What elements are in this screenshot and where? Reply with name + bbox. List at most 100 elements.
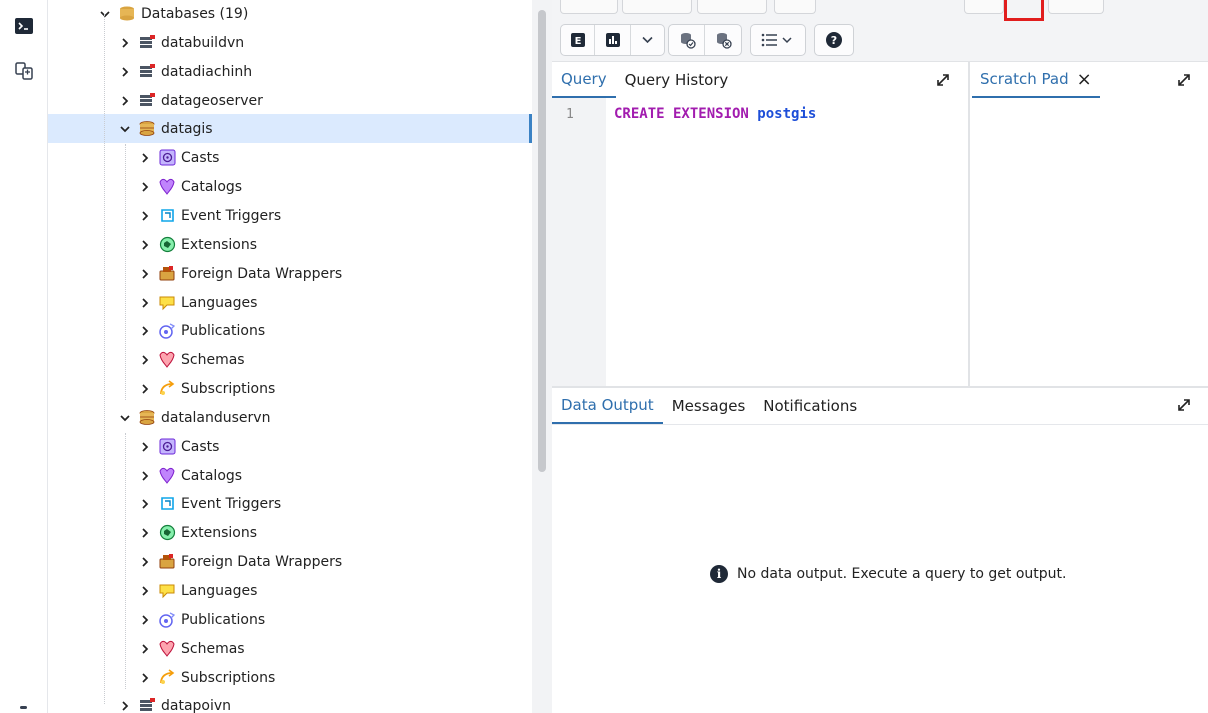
tree-node-label: datadiachinh bbox=[161, 63, 253, 80]
chevron-right-icon[interactable] bbox=[138, 613, 152, 627]
sql-code-line[interactable]: CREATE EXTENSION postgis bbox=[614, 106, 816, 122]
database-icon bbox=[138, 34, 156, 52]
chevron-right-icon[interactable] bbox=[138, 671, 152, 685]
chevron-right-icon[interactable] bbox=[138, 526, 152, 540]
scratch-pad-body[interactable] bbox=[970, 98, 1208, 386]
explain-button[interactable]: E bbox=[561, 25, 595, 55]
chevron-right-icon[interactable] bbox=[138, 382, 152, 396]
sql-editor[interactable]: 1 CREATE EXTENSION postgis bbox=[552, 98, 968, 386]
tree-node-publications[interactable]: Publications bbox=[48, 605, 532, 634]
tree-node-extensions[interactable]: Extensions bbox=[48, 230, 532, 259]
chevron-right-icon[interactable] bbox=[138, 209, 152, 223]
sql-identifier: postgis bbox=[757, 106, 817, 122]
chevron-right-icon[interactable] bbox=[118, 36, 132, 50]
chevron-right-icon[interactable] bbox=[138, 267, 152, 281]
explain-options-dropdown[interactable] bbox=[631, 25, 664, 55]
svg-text:?: ? bbox=[831, 34, 837, 47]
toolbar-top-group-2[interactable] bbox=[622, 0, 692, 14]
tree-node-subscriptions[interactable]: Subscriptions bbox=[48, 663, 532, 692]
chevron-right-icon[interactable] bbox=[138, 353, 152, 367]
toolbar-top-group-6[interactable] bbox=[1048, 0, 1104, 14]
chevron-down-icon[interactable] bbox=[118, 122, 132, 136]
left-icon-rail bbox=[0, 0, 48, 713]
tree-node-languages[interactable]: Languages bbox=[48, 288, 532, 317]
tab-notifications[interactable]: Notifications bbox=[754, 388, 866, 424]
tree-node-schemas[interactable]: Schemas bbox=[48, 345, 532, 374]
expand-query-panel-icon[interactable] bbox=[935, 72, 951, 88]
tree-node-label: Extensions bbox=[181, 236, 258, 253]
chevron-right-icon[interactable] bbox=[138, 497, 152, 511]
foreign-data-wrappers-icon bbox=[158, 553, 176, 571]
toolbar-top-group-3[interactable] bbox=[697, 0, 767, 14]
extensions-icon bbox=[158, 524, 176, 542]
chevron-right-icon[interactable] bbox=[138, 180, 152, 194]
chevron-down-icon[interactable] bbox=[118, 411, 132, 425]
toolbar-top-group-5[interactable] bbox=[964, 0, 1004, 14]
tree-node-languages[interactable]: Languages bbox=[48, 576, 532, 605]
toolbar-top-group-4[interactable] bbox=[774, 0, 816, 14]
chevron-right-icon[interactable] bbox=[118, 94, 132, 108]
rollback-icon bbox=[717, 33, 732, 49]
expand-scratch-pad-icon[interactable] bbox=[1176, 72, 1192, 88]
commit-button[interactable] bbox=[669, 25, 706, 55]
tab-messages[interactable]: Messages bbox=[663, 388, 755, 424]
tree-node-subscriptions[interactable]: Subscriptions bbox=[48, 374, 532, 403]
tree-node-database[interactable]: datagis bbox=[48, 114, 532, 143]
tree-node-event-triggers[interactable]: Event Triggers bbox=[48, 201, 532, 230]
tab-scratch-pad[interactable]: Scratch Pad × bbox=[972, 62, 1100, 98]
tree-node-database[interactable]: datapoivn bbox=[48, 691, 532, 713]
macros-dropdown-button[interactable] bbox=[751, 25, 805, 55]
toolbar-top-group-1[interactable] bbox=[560, 0, 618, 14]
tree-node-label: databuildvn bbox=[161, 34, 245, 51]
chevron-right-icon[interactable] bbox=[138, 296, 152, 310]
publications-icon bbox=[158, 611, 176, 629]
tree-node-databases[interactable]: Databases (19) bbox=[48, 0, 532, 28]
tree-node-database[interactable]: datadiachinh bbox=[48, 57, 532, 86]
scratch-pad-label: Scratch Pad bbox=[980, 70, 1069, 88]
chevron-right-icon[interactable] bbox=[118, 65, 132, 79]
tree-node-foreign-data-wrappers[interactable]: Foreign Data Wrappers bbox=[48, 259, 532, 288]
explain-analyze-button[interactable] bbox=[595, 25, 631, 55]
tree-node-catalogs[interactable]: Catalogs bbox=[48, 461, 532, 490]
tab-query-history[interactable]: Query History bbox=[616, 62, 738, 98]
close-icon[interactable]: × bbox=[1077, 69, 1092, 90]
expand-output-panel-icon[interactable] bbox=[1176, 397, 1192, 413]
tree-node-event-triggers[interactable]: Event Triggers bbox=[48, 489, 532, 518]
chevron-right-icon[interactable] bbox=[138, 555, 152, 569]
tree-node-database[interactable]: datalanduservn bbox=[48, 403, 532, 432]
tree-node-casts[interactable]: Casts bbox=[48, 143, 532, 172]
tree-node-foreign-data-wrappers[interactable]: Foreign Data Wrappers bbox=[48, 547, 532, 576]
tree-node-label: Schemas bbox=[181, 640, 245, 657]
tab-data-output[interactable]: Data Output bbox=[552, 388, 663, 424]
query-tab-bar: Query Query History bbox=[552, 62, 737, 98]
tab-query[interactable]: Query bbox=[552, 62, 616, 98]
highlighted-execute-button[interactable] bbox=[1004, 0, 1044, 21]
chevron-right-icon[interactable] bbox=[138, 469, 152, 483]
tree-node-label: Subscriptions bbox=[181, 380, 276, 397]
tree-node-publications[interactable]: Publications bbox=[48, 316, 532, 345]
help-button[interactable]: ? bbox=[815, 25, 853, 55]
chevron-right-icon[interactable] bbox=[138, 238, 152, 252]
tree-node-database[interactable]: datageoserver bbox=[48, 86, 532, 115]
chevron-right-icon[interactable] bbox=[138, 584, 152, 598]
tree-node-database[interactable]: databuildvn bbox=[48, 28, 532, 57]
tree-node-schemas[interactable]: Schemas bbox=[48, 634, 532, 663]
chevron-right-icon[interactable] bbox=[138, 440, 152, 454]
commit-icon bbox=[680, 33, 696, 49]
tree-guide-line bbox=[125, 433, 126, 689]
chevron-right-icon[interactable] bbox=[138, 324, 152, 338]
chevron-right-icon[interactable] bbox=[138, 642, 152, 656]
chevron-right-icon[interactable] bbox=[138, 151, 152, 165]
psql-tool-icon[interactable] bbox=[10, 13, 38, 39]
chevron-right-icon[interactable] bbox=[118, 699, 132, 713]
schema-diff-icon[interactable] bbox=[10, 58, 38, 84]
tree-node-catalogs[interactable]: Catalogs bbox=[48, 172, 532, 201]
no-data-text: No data output. Execute a query to get o… bbox=[737, 566, 1067, 582]
tree-node-label: Publications bbox=[181, 611, 266, 628]
sql-keyword: CREATE EXTENSION bbox=[614, 106, 749, 122]
tree-scrollbar-thumb[interactable] bbox=[538, 10, 546, 472]
chevron-down-icon[interactable] bbox=[98, 7, 112, 21]
rollback-button[interactable] bbox=[705, 25, 741, 55]
tree-node-extensions[interactable]: Extensions bbox=[48, 518, 532, 547]
tree-node-casts[interactable]: Casts bbox=[48, 432, 532, 461]
